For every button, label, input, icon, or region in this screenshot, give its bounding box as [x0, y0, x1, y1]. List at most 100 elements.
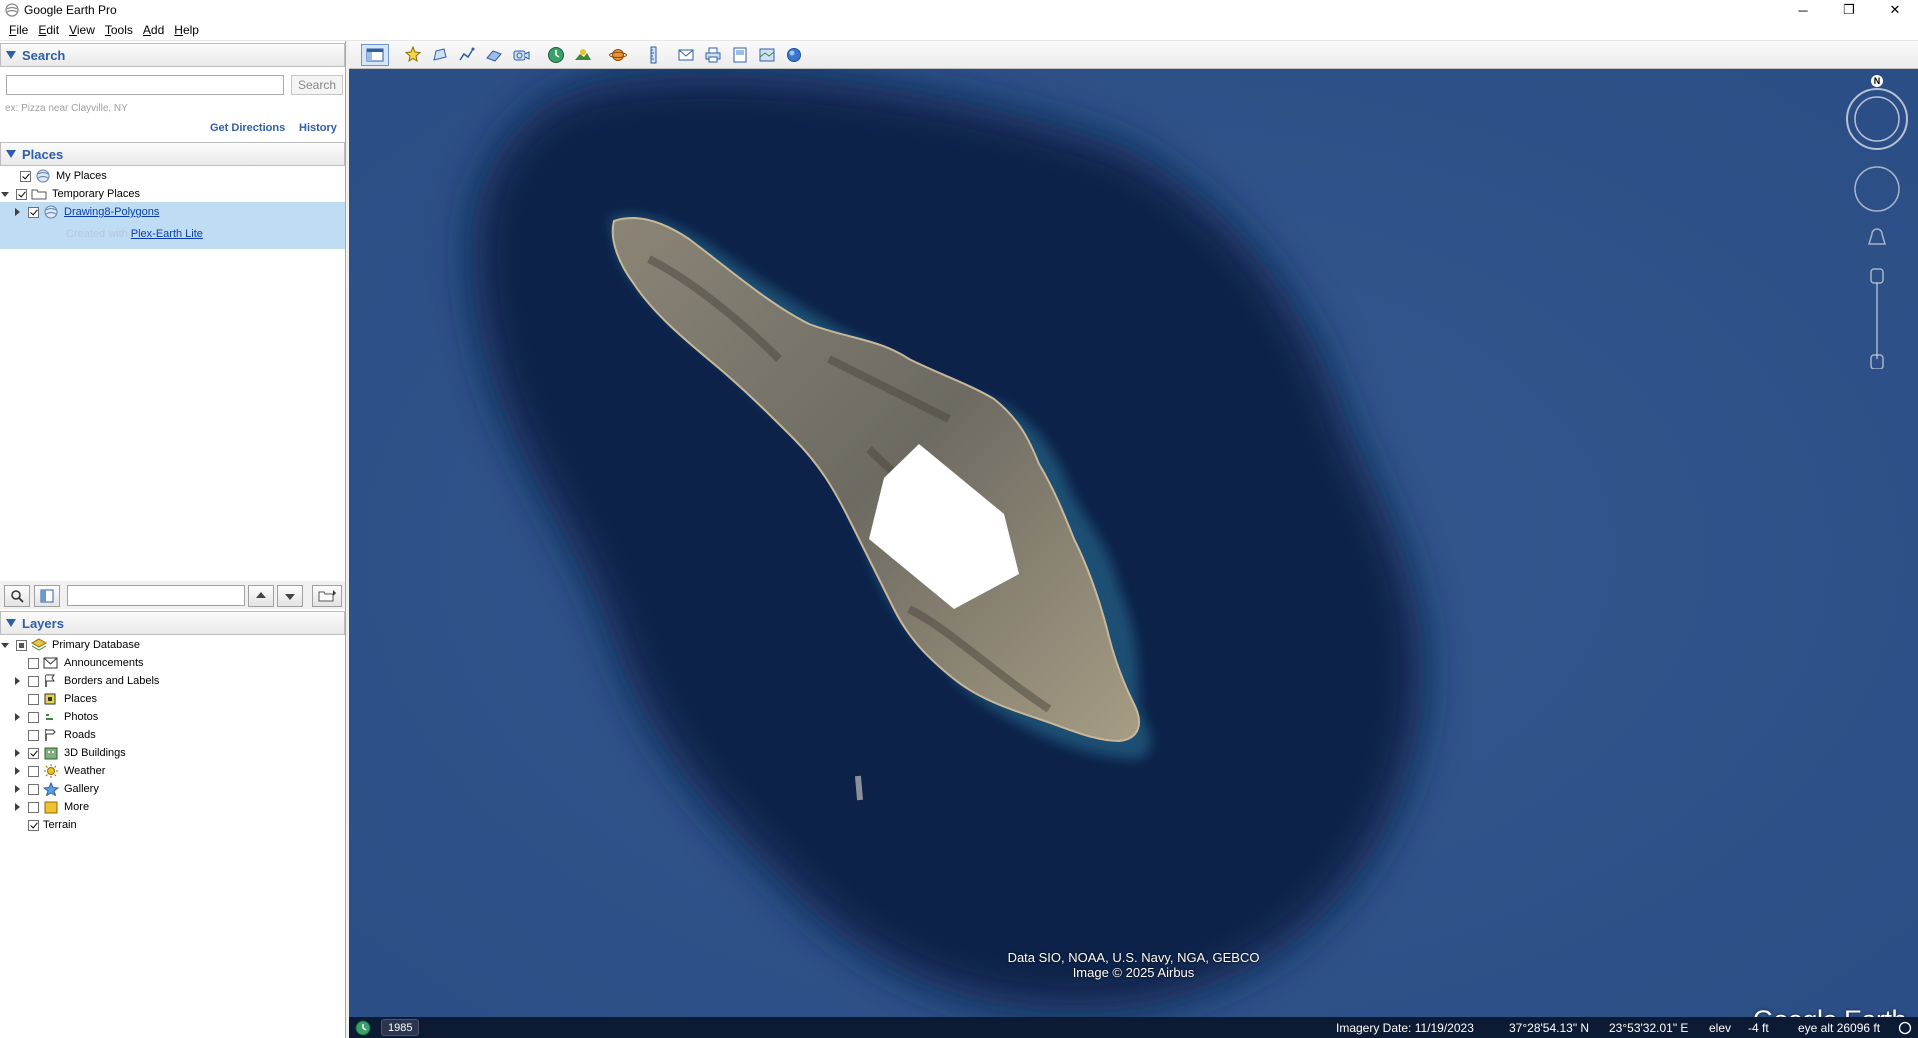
layer-weather[interactable]: Weather	[12, 762, 105, 780]
my-places-checkbox[interactable]	[20, 170, 31, 182]
map-view[interactable]: N Data SIO, NOAA, U.S. Navy, NGA, GEBCO …	[349, 69, 1918, 1038]
tree-item-temporary-places[interactable]: Temporary Places	[0, 185, 140, 203]
weather-checkbox[interactable]	[28, 765, 39, 777]
search-input[interactable]	[6, 75, 284, 95]
menu-add-label: dd	[150, 23, 165, 37]
announcements-checkbox[interactable]	[28, 657, 39, 669]
gallery-checkbox[interactable]	[28, 783, 39, 795]
layer-photos[interactable]: Photos	[12, 708, 98, 726]
plex-earth-lite-link[interactable]: Plex-Earth Lite	[131, 228, 203, 240]
record-tour-button[interactable]	[509, 44, 533, 66]
terrain-checkbox[interactable]	[28, 819, 39, 831]
roads-checkbox[interactable]	[28, 729, 39, 741]
minimize-button[interactable]: ─	[1780, 0, 1826, 20]
layer-terrain[interactable]: Terrain	[12, 816, 77, 834]
print-button[interactable]	[701, 44, 725, 66]
places-layer-checkbox[interactable]	[28, 693, 39, 705]
collapse-triangle-icon	[6, 619, 16, 627]
streaming-indicator-icon	[1898, 1021, 1912, 1035]
move-down-button[interactable]	[277, 585, 303, 607]
hide-sidebar-button[interactable]	[361, 44, 389, 66]
drawing8-polygons-link[interactable]: Drawing8-Polygons	[64, 206, 159, 218]
toggle-panel-button[interactable]	[34, 585, 60, 607]
menu-view[interactable]: View	[64, 23, 100, 37]
expand-toggle[interactable]	[12, 784, 22, 794]
look-joystick[interactable]	[1846, 88, 1908, 150]
menu-help-mnemonic: H	[174, 23, 183, 37]
search-panel-title: Search	[22, 47, 66, 63]
ruler-button[interactable]	[641, 44, 665, 66]
photos-checkbox[interactable]	[28, 711, 39, 723]
street-view-pegman-icon[interactable]	[1867, 228, 1887, 245]
add-placemark-button[interactable]	[401, 44, 425, 66]
add-polygon-button[interactable]	[428, 44, 452, 66]
switch-planet-button[interactable]	[606, 44, 630, 66]
look-inner-ring[interactable]	[1854, 96, 1900, 142]
menu-file[interactable]: File	[4, 23, 33, 37]
layers-panel-header[interactable]: Layers	[0, 611, 345, 635]
menu-add[interactable]: Add	[138, 23, 169, 37]
building-icon	[44, 747, 58, 760]
expand-toggle[interactable]	[12, 712, 22, 722]
zoom-in-button[interactable]	[1870, 268, 1884, 284]
folder-menu-button[interactable]	[312, 585, 342, 607]
expand-toggle[interactable]	[12, 766, 22, 776]
borders-and-labels-checkbox[interactable]	[28, 675, 39, 687]
view-in-maps-button[interactable]	[755, 44, 779, 66]
layers-panel-title: Layers	[22, 615, 64, 631]
collapsed-arrow-icon	[14, 785, 20, 793]
expand-toggle[interactable]	[12, 207, 22, 217]
satellite-imagery[interactable]	[349, 69, 1918, 1038]
history-link[interactable]: History	[299, 122, 337, 134]
email-button[interactable]	[674, 44, 698, 66]
move-up-button[interactable]	[248, 585, 274, 607]
navigation-controls[interactable]: N	[1842, 69, 1912, 369]
layer-primary-database[interactable]: Primary Database	[0, 636, 140, 654]
imagery-year-badge[interactable]: 1985	[381, 1019, 420, 1036]
3d-buildings-label: 3D Buildings	[64, 747, 126, 759]
layer-places[interactable]: Places	[12, 690, 97, 708]
menu-tools[interactable]: Tools	[100, 23, 138, 37]
sunlight-button[interactable]	[571, 44, 595, 66]
places-filter-input[interactable]	[67, 585, 245, 606]
layer-3d-buildings[interactable]: 3D Buildings	[12, 744, 126, 762]
layer-roads[interactable]: Roads	[12, 726, 96, 744]
get-directions-link[interactable]: Get Directions	[210, 122, 285, 134]
more-checkbox[interactable]	[28, 801, 39, 813]
menu-edit[interactable]: Edit	[33, 23, 64, 37]
layer-gallery[interactable]: Gallery	[12, 780, 99, 798]
search-panel-header[interactable]: Search	[0, 43, 345, 67]
expand-toggle[interactable]	[0, 189, 10, 199]
restore-button[interactable]: ❐	[1826, 0, 1872, 20]
drawing8-polygons-checkbox[interactable]	[28, 206, 39, 218]
expand-toggle[interactable]	[12, 748, 22, 758]
primary-database-checkbox[interactable]	[16, 639, 27, 651]
tree-item-drawing8-polygons[interactable]: Drawing8-Polygons	[12, 203, 159, 221]
layer-announcements[interactable]: Announcements	[12, 654, 144, 672]
temporary-places-checkbox[interactable]	[16, 188, 27, 200]
menu-edit-label: dit	[46, 23, 60, 37]
add-image-overlay-button[interactable]	[482, 44, 506, 66]
expand-toggle[interactable]	[12, 676, 22, 686]
expand-toggle[interactable]	[12, 802, 22, 812]
move-joystick[interactable]	[1854, 166, 1900, 212]
search-button[interactable]: Search	[291, 75, 343, 95]
places-panel-header[interactable]: Places	[0, 142, 345, 166]
layer-borders-and-labels[interactable]: Borders and Labels	[12, 672, 159, 690]
historical-imagery-clock-icon[interactable]	[355, 1020, 371, 1036]
expander	[12, 658, 22, 668]
find-places-button[interactable]	[4, 585, 30, 607]
close-button[interactable]: ✕	[1872, 0, 1918, 20]
menu-help[interactable]: Help	[169, 23, 204, 37]
layer-more[interactable]: More	[12, 798, 89, 816]
collapsed-arrow-icon	[14, 803, 20, 811]
earth-view-button[interactable]	[782, 44, 806, 66]
my-places-globe-icon	[36, 169, 50, 183]
expand-toggle[interactable]	[0, 640, 10, 650]
save-image-button[interactable]	[728, 44, 752, 66]
add-path-button[interactable]	[455, 44, 479, 66]
3d-buildings-checkbox[interactable]	[28, 747, 39, 759]
drawing-description: Created with Plex-Earth Lite	[66, 225, 203, 243]
tree-item-my-places[interactable]: My Places	[10, 167, 107, 185]
historical-imagery-button[interactable]	[544, 44, 568, 66]
